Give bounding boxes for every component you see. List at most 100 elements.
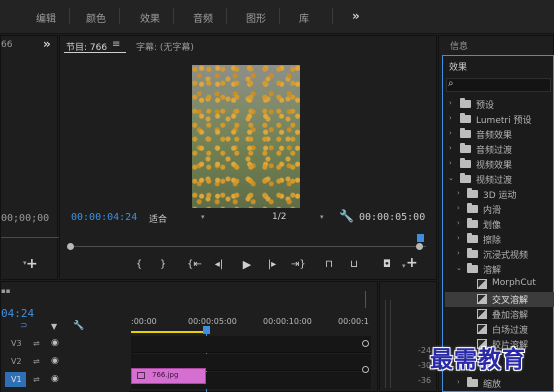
- playhead-timecode[interactable]: 00:00:04:24: [71, 212, 137, 223]
- step-back-icon[interactable]: ◂|: [212, 259, 226, 271]
- tree-item-label: 溶解: [483, 266, 502, 276]
- workspace-tab-edit[interactable]: 编辑: [36, 10, 56, 25]
- play-icon[interactable]: ▶: [240, 259, 254, 271]
- go-to-out-icon[interactable]: ⇥}: [291, 259, 306, 271]
- add-button[interactable]: +: [406, 255, 418, 271]
- timeline-panel: ▪▪ 04:24 ⊃ ▼ 🔧 :00:00 00:00:05:00 00:00:…: [0, 281, 378, 392]
- tree-item-label: 视频效果: [476, 161, 513, 171]
- workspace-tab-audio[interactable]: 音频: [193, 10, 213, 25]
- wrench-icon[interactable]: 🔧: [73, 321, 84, 331]
- timeline-timecode[interactable]: 04:24: [1, 307, 34, 320]
- tree-item-dip-to-white[interactable]: 白场过渡: [445, 322, 554, 337]
- chevron-right-icon: ›: [449, 144, 452, 152]
- go-to-in-icon[interactable]: {⇤: [187, 259, 202, 271]
- track-v1-target[interactable]: V1: [5, 372, 26, 387]
- scroll-handle[interactable]: [362, 366, 369, 373]
- out-point-handle[interactable]: [416, 243, 423, 250]
- sync-lock-icon[interactable]: ⇌: [33, 357, 40, 366]
- mark-in-icon[interactable]: {: [132, 259, 146, 271]
- tree-item-iris[interactable]: › 划像: [445, 217, 554, 232]
- extract-icon[interactable]: ⊔: [347, 259, 361, 271]
- tree-item-audio-effects[interactable]: › 音频效果: [445, 127, 554, 142]
- export-frame-icon[interactable]: ◘: [380, 259, 394, 271]
- panel-menu-icon[interactable]: ≡: [112, 39, 120, 50]
- chevron-right-icon: ›: [457, 378, 460, 386]
- tree-item-immersive-video[interactable]: › 沉浸式视频: [445, 247, 554, 262]
- marker-icon[interactable]: ▼: [51, 322, 57, 331]
- tree-item-morphcut[interactable]: MorphCut: [445, 277, 554, 292]
- tree-item-label: 内滑: [483, 206, 502, 216]
- tree-item-lumetri-presets[interactable]: › Lumetri 预设: [445, 112, 554, 127]
- tree-item-video-transitions[interactable]: ⌄ 视频过渡: [445, 172, 554, 187]
- effects-search-input[interactable]: ⌕: [446, 78, 551, 92]
- tree-item-slide[interactable]: › 内滑: [445, 202, 554, 217]
- work-area-bar[interactable]: [131, 331, 206, 333]
- workspace-more-icon[interactable]: »: [352, 9, 360, 23]
- playhead-marker[interactable]: [203, 326, 210, 334]
- tree-item-audio-transitions[interactable]: › 音频过渡: [445, 142, 554, 157]
- step-forward-icon[interactable]: |▸: [265, 259, 279, 271]
- in-point-handle[interactable]: [67, 243, 74, 250]
- chevron-right-icon: ›: [449, 129, 452, 137]
- eye-icon[interactable]: ◉: [51, 338, 59, 348]
- meter-tick-label: -36: [418, 376, 432, 385]
- tree-item-additive-dissolve[interactable]: 叠加溶解: [445, 307, 554, 322]
- resolution-dropdown[interactable]: 1/2 ▾: [268, 209, 330, 224]
- workspace-separator: [69, 8, 70, 24]
- snap-icon[interactable]: ⊃: [20, 321, 28, 331]
- tree-item-label: MorphCut: [492, 278, 536, 288]
- tree-item-presets[interactable]: › 预设: [445, 97, 554, 112]
- eye-icon[interactable]: ◉: [51, 356, 59, 366]
- image-clip-icon: [137, 372, 145, 379]
- tree-item-video-effects[interactable]: › 视频效果: [445, 157, 554, 172]
- source-scrubber[interactable]: [1, 237, 59, 238]
- add-button[interactable]: +: [26, 256, 38, 272]
- timeline-tab[interactable]: ▪▪: [1, 287, 11, 295]
- source-timecode: 00;00;00: [1, 213, 50, 224]
- track-label-v3: V3: [11, 339, 22, 348]
- button-menu-icon[interactable]: ▾: [402, 262, 406, 270]
- ruler-tick-label: 00:00:10:00: [263, 317, 312, 326]
- sync-lock-icon[interactable]: ⇌: [33, 375, 40, 384]
- time-ruler[interactable]: :00:00 00:00:05:00 00:00:10:00 00:00:1: [131, 314, 371, 338]
- transition-icon: [477, 309, 487, 319]
- scroll-handle[interactable]: [362, 340, 369, 347]
- lift-icon[interactable]: ⊓: [322, 259, 336, 271]
- scrollbar-track[interactable]: [365, 291, 366, 308]
- mark-out-icon[interactable]: }: [156, 259, 170, 271]
- settings-wrench-icon[interactable]: 🔧: [339, 209, 354, 223]
- panel-more-icon[interactable]: »: [43, 37, 51, 51]
- ruler-tick-label: 00:00:05:00: [188, 317, 237, 326]
- tree-item-dissolve[interactable]: ⌄ 溶解: [445, 262, 554, 277]
- captions-tab[interactable]: 字幕: (无字幕): [136, 40, 194, 53]
- sync-lock-icon[interactable]: ⇌: [33, 339, 40, 348]
- tree-item-cross-dissolve[interactable]: 交叉溶解: [445, 292, 554, 307]
- meter-channel: [390, 300, 391, 388]
- active-tab-underline: [64, 52, 126, 53]
- source-panel: 66 » 00;00;00 ▾ +: [0, 35, 59, 280]
- chevron-right-icon: ›: [449, 99, 452, 107]
- tree-item-3d-motion[interactable]: › 3D 运动: [445, 187, 554, 202]
- tree-item-label: Lumetri 预设: [476, 116, 532, 126]
- clip-766[interactable]: 766.jpg: [131, 368, 206, 384]
- tree-item-zoom[interactable]: › 缩放: [445, 376, 554, 391]
- workspace-tab-graphics[interactable]: 图形: [246, 10, 266, 25]
- track-v3-lane[interactable]: [131, 336, 371, 353]
- tree-item-wipe[interactable]: › 擦除: [445, 232, 554, 247]
- playhead-marker[interactable]: [417, 234, 424, 242]
- info-tab[interactable]: 信息: [450, 39, 468, 52]
- transition-icon: [477, 324, 487, 334]
- transition-icon: [477, 279, 487, 289]
- tree-item-label: 交叉溶解: [492, 296, 529, 306]
- workspace-tab-effects[interactable]: 效果: [140, 10, 160, 25]
- folder-icon: [467, 233, 478, 243]
- program-scrubber[interactable]: [67, 234, 426, 250]
- program-video-frame: [192, 65, 300, 208]
- workspace-tab-libraries[interactable]: 库: [299, 10, 309, 25]
- resolution-dropdown-value: 1/2: [272, 212, 287, 222]
- fit-dropdown[interactable]: 适合 ▾: [145, 209, 209, 225]
- workspace-tab-color[interactable]: 颜色: [86, 10, 106, 25]
- eye-icon[interactable]: ◉: [51, 374, 59, 384]
- folder-icon: [460, 113, 471, 123]
- source-tab-label[interactable]: 66: [1, 40, 12, 50]
